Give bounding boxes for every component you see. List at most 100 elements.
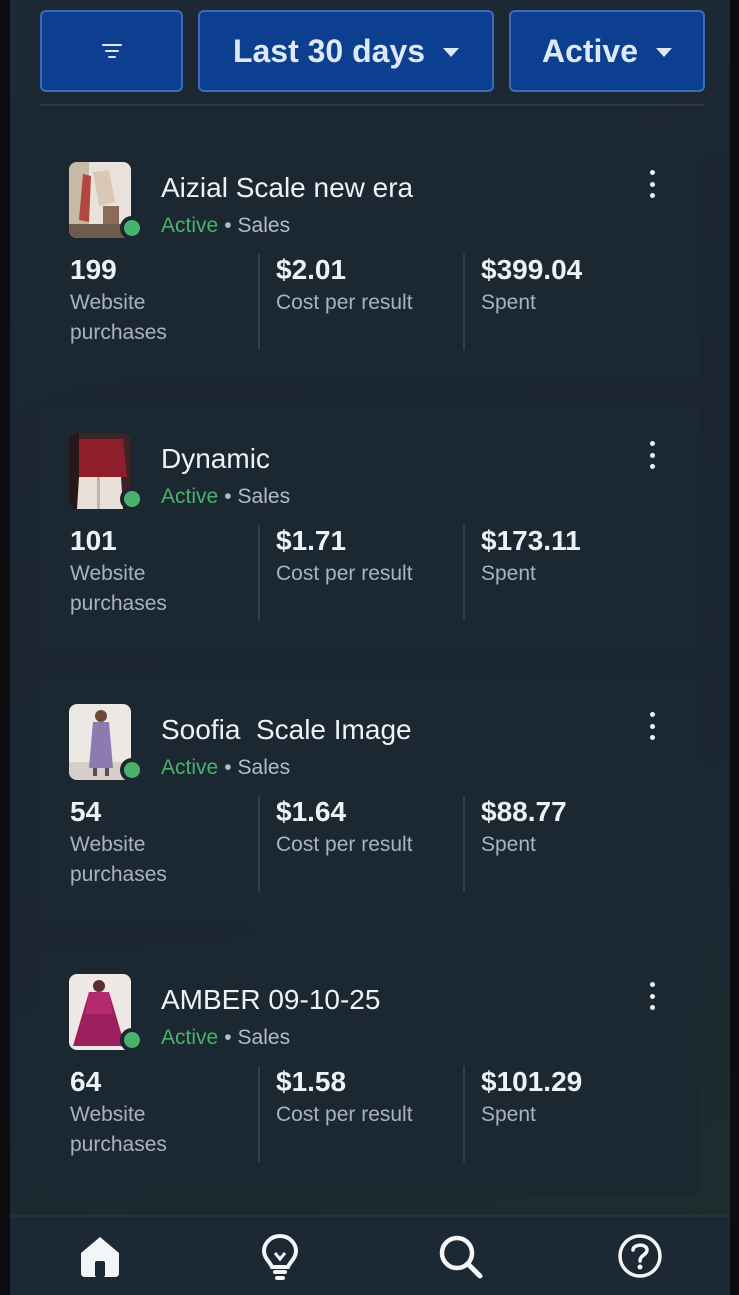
- meta-separator: •: [224, 485, 232, 508]
- cost-per-result-value: $1.71: [276, 525, 347, 556]
- active-status-dot: [120, 758, 144, 782]
- status-filter-label: Active: [541, 32, 639, 69]
- cost-per-result-metric: $2.01 Cost per result: [276, 252, 466, 318]
- metric-divider: [463, 796, 465, 892]
- campaign-objective: Sales: [237, 485, 291, 508]
- campaign-meta: Active • Sales: [161, 756, 290, 780]
- spent-value: $173.11: [481, 525, 581, 556]
- metric-divider: [258, 254, 260, 350]
- app-screen: Last 30 days Active Aizial Scale new era…: [10, 0, 730, 1295]
- metric-divider: [258, 525, 260, 621]
- results-metric: 199 Website purchases: [70, 252, 260, 348]
- results-value: 101: [70, 525, 117, 556]
- cost-per-result-metric: $1.64 Cost per result: [276, 794, 466, 860]
- campaign-status: Active: [161, 214, 219, 237]
- nav-search[interactable]: [435, 1231, 485, 1281]
- help-icon: [618, 1234, 662, 1278]
- spent-metric: $101.29 Spent: [481, 1064, 671, 1130]
- search-icon: [439, 1235, 483, 1279]
- metric-divider: [258, 1066, 260, 1162]
- campaign-card[interactable]: Aizial Scale new era Active • Sales 199 We…: [40, 134, 700, 382]
- metric-divider: [463, 1066, 465, 1162]
- lightbulb-icon: [261, 1233, 299, 1280]
- campaign-metrics: 64 Website purchases $1.58 Cost per resu…: [40, 1064, 700, 1168]
- campaign-meta: Active • Sales: [161, 485, 290, 509]
- campaign-card[interactable]: Soofia Scale Image Active • Sales 54 Websi…: [40, 676, 700, 924]
- results-label: Website purchases: [70, 1103, 167, 1156]
- spent-value: $88.77: [481, 796, 567, 827]
- results-metric: 64 Website purchases: [70, 1064, 260, 1160]
- home-icon: [81, 1237, 119, 1277]
- results-metric: 101 Website purchases: [70, 523, 260, 619]
- cost-per-result-label: Cost per result: [276, 562, 413, 585]
- nav-insights[interactable]: [255, 1231, 305, 1281]
- campaign-objective: Sales: [237, 1026, 291, 1049]
- campaign-metrics: 54 Website purchases $1.64 Cost per resu…: [40, 794, 700, 898]
- results-label: Website purchases: [70, 833, 167, 886]
- results-metric: 54 Website purchases: [70, 794, 260, 890]
- more-options-icon[interactable]: [640, 712, 664, 740]
- results-label: Website purchases: [70, 291, 167, 344]
- cost-per-result-label: Cost per result: [276, 833, 413, 856]
- campaign-name[interactable]: Dynamic: [161, 443, 270, 475]
- metric-divider: [258, 796, 260, 892]
- meta-separator: •: [224, 756, 232, 779]
- bottom-navigation: [10, 1215, 730, 1295]
- results-value: 199: [70, 254, 117, 285]
- campaign-status: Active: [161, 756, 219, 779]
- campaign-metrics: 199 Website purchases $2.01 Cost per res…: [40, 252, 700, 356]
- cost-per-result-label: Cost per result: [276, 1103, 413, 1126]
- date-range-label: Last 30 days: [232, 32, 426, 69]
- active-status-dot: [120, 1028, 144, 1052]
- filter-bar: Last 30 days Active: [10, 10, 730, 94]
- campaign-metrics: 101 Website purchases $1.71 Cost per res…: [40, 523, 700, 627]
- spent-value: $101.29: [481, 1066, 583, 1097]
- nav-home[interactable]: [75, 1231, 125, 1281]
- meta-separator: •: [224, 1026, 232, 1049]
- divider: [40, 104, 705, 106]
- results-value: 54: [70, 796, 102, 827]
- spent-label: Spent: [481, 833, 536, 856]
- filter-icon: [101, 44, 122, 58]
- caret-down-icon: [656, 48, 673, 57]
- campaign-meta: Active • Sales: [161, 1026, 290, 1050]
- date-range-dropdown[interactable]: Last 30 days: [198, 10, 494, 92]
- results-label: Website purchases: [70, 562, 167, 615]
- cost-per-result-value: $1.64: [276, 796, 347, 827]
- status-dropdown[interactable]: Active: [509, 10, 705, 92]
- campaign-card[interactable]: Dynamic Active • Sales 101 Website purchas…: [40, 405, 700, 653]
- caret-down-icon: [443, 48, 460, 57]
- metric-divider: [463, 254, 465, 350]
- campaign-name[interactable]: AMBER 09-10-25: [161, 984, 380, 1016]
- campaign-name[interactable]: Aizial Scale new era: [161, 172, 413, 204]
- spent-metric: $173.11 Spent: [481, 523, 671, 589]
- cost-per-result-value: $1.58: [276, 1066, 347, 1097]
- results-value: 64: [70, 1066, 102, 1097]
- nav-help[interactable]: [615, 1231, 665, 1281]
- cost-per-result-metric: $1.58 Cost per result: [276, 1064, 466, 1130]
- campaign-status: Active: [161, 1026, 219, 1049]
- cost-per-result-value: $2.01: [276, 254, 347, 285]
- campaign-name[interactable]: Soofia Scale Image: [161, 714, 412, 746]
- more-options-icon[interactable]: [640, 982, 664, 1010]
- campaign-meta: Active • Sales: [161, 214, 290, 238]
- spent-label: Spent: [481, 291, 536, 314]
- cost-per-result-metric: $1.71 Cost per result: [276, 523, 466, 589]
- more-options-icon[interactable]: [640, 170, 664, 198]
- spent-label: Spent: [481, 562, 536, 585]
- active-status-dot: [120, 487, 144, 511]
- spent-label: Spent: [481, 1103, 536, 1126]
- campaign-objective: Sales: [237, 214, 291, 237]
- metric-divider: [463, 525, 465, 621]
- filter-button[interactable]: [40, 10, 183, 92]
- campaign-objective: Sales: [237, 756, 291, 779]
- spent-metric: $399.04 Spent: [481, 252, 671, 318]
- more-options-icon[interactable]: [640, 441, 664, 469]
- active-status-dot: [120, 216, 144, 240]
- campaign-card[interactable]: AMBER 09-10-25 Active • Sales 64 Website p…: [40, 946, 700, 1194]
- spent-metric: $88.77 Spent: [481, 794, 671, 860]
- spent-value: $399.04: [481, 254, 583, 285]
- meta-separator: •: [224, 214, 232, 237]
- cost-per-result-label: Cost per result: [276, 291, 413, 314]
- campaign-status: Active: [161, 485, 219, 508]
